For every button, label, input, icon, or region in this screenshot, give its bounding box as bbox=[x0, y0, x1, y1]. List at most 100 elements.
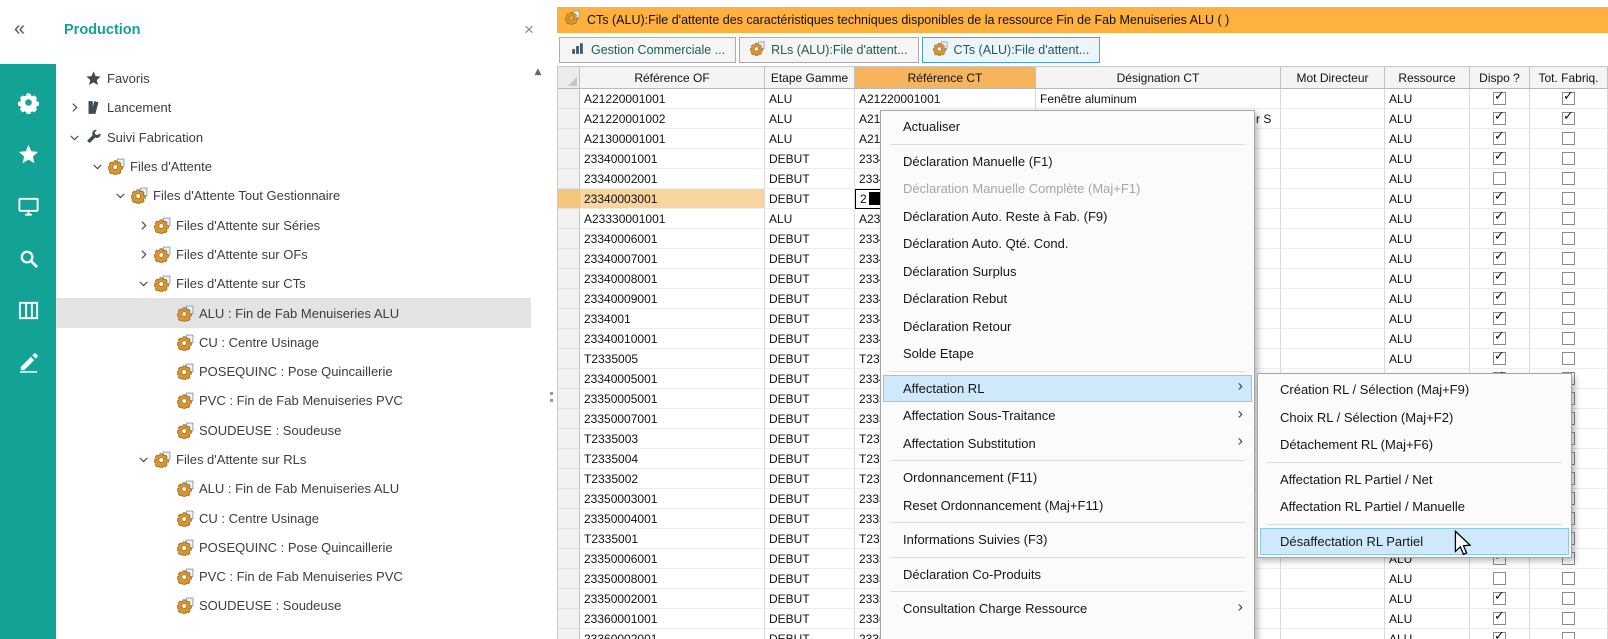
etape-cell[interactable]: DEBUT bbox=[765, 569, 855, 589]
ref_of-cell[interactable]: 23340001001 bbox=[580, 149, 765, 169]
etape-cell[interactable]: DEBUT bbox=[765, 229, 855, 249]
tree-item-lancement[interactable]: Lancement bbox=[56, 93, 531, 122]
close-panel-button[interactable]: × bbox=[524, 20, 534, 40]
row-selector[interactable] bbox=[558, 589, 580, 609]
dispo-checkbox[interactable] bbox=[1493, 592, 1506, 605]
row-selector[interactable] bbox=[558, 89, 580, 109]
tot-checkbox[interactable] bbox=[1562, 292, 1575, 305]
ressource-cell[interactable]: ALU bbox=[1385, 269, 1470, 289]
tree-item-favoris[interactable]: Favoris bbox=[56, 64, 531, 93]
ref_of-cell[interactable]: 23360002001 bbox=[580, 629, 765, 639]
ref_of-cell[interactable]: 23340006001 bbox=[580, 229, 765, 249]
ressource-cell[interactable]: ALU bbox=[1385, 309, 1470, 329]
ref_of-cell[interactable]: T2335003 bbox=[580, 429, 765, 449]
dispo-checkbox[interactable] bbox=[1493, 152, 1506, 165]
tree-item-files-d-attente[interactable]: Files d'Attente bbox=[56, 152, 531, 181]
menu-item-ordonnancement-f11[interactable]: Ordonnancement (F11) bbox=[883, 464, 1252, 492]
etape-cell[interactable]: ALU bbox=[765, 209, 855, 229]
grid-corner-cell[interactable] bbox=[558, 67, 580, 89]
ressource-cell[interactable]: ALU bbox=[1385, 349, 1470, 369]
tree-item-soudeuse-soudeuse[interactable]: SOUDEUSE : Soudeuse bbox=[56, 416, 531, 445]
menu-item-declaration-surplus[interactable]: Déclaration Surplus bbox=[883, 258, 1252, 286]
menu-item-declaration-auto-qte-cond[interactable]: Déclaration Auto. Qté. Cond. bbox=[883, 230, 1252, 258]
ressource-cell[interactable]: ALU bbox=[1385, 209, 1470, 229]
etape-cell[interactable]: DEBUT bbox=[765, 449, 855, 469]
ref_of-cell[interactable]: 23350006001 bbox=[580, 549, 765, 569]
tree-item-posequinc-pose-quincaillerie[interactable]: POSEQUINC : Pose Quincaillerie bbox=[56, 357, 531, 386]
tree-scroll-up-button[interactable]: ▲ bbox=[531, 67, 545, 81]
etape-cell[interactable]: DEBUT bbox=[765, 429, 855, 449]
ref_of-cell[interactable]: A21220001001 bbox=[580, 89, 765, 109]
ref_ct-cell[interactable]: A21220001001 bbox=[855, 89, 1036, 109]
tot-checkbox[interactable] bbox=[1562, 572, 1575, 585]
row-selector[interactable] bbox=[558, 289, 580, 309]
mot-cell[interactable] bbox=[1281, 109, 1385, 129]
ref_of-cell[interactable]: 23350004001 bbox=[580, 509, 765, 529]
mot-cell[interactable] bbox=[1281, 289, 1385, 309]
menu-item-consultation-charge-ressource[interactable]: Consultation Charge Ressource› bbox=[883, 595, 1252, 623]
dispo-checkbox[interactable] bbox=[1493, 112, 1506, 125]
mot-cell[interactable] bbox=[1281, 149, 1385, 169]
ref_of-cell[interactable]: A23330001001 bbox=[580, 209, 765, 229]
etape-cell[interactable]: DEBUT bbox=[765, 389, 855, 409]
ressource-cell[interactable]: ALU bbox=[1385, 89, 1470, 109]
ref_of-cell[interactable]: T2335005 bbox=[580, 349, 765, 369]
search-icon[interactable] bbox=[12, 242, 44, 274]
tree-item-cu-centre-usinage[interactable]: CU : Centre Usinage bbox=[56, 503, 531, 532]
tree-item-cu-centre-usinage[interactable]: CU : Centre Usinage bbox=[56, 328, 531, 357]
tot-checkbox[interactable] bbox=[1562, 592, 1575, 605]
etape-cell[interactable]: DEBUT bbox=[765, 589, 855, 609]
column-header-ref_of[interactable]: Référence OF bbox=[580, 67, 765, 89]
ref_of-cell[interactable]: 23340005001 bbox=[580, 369, 765, 389]
tot-checkbox[interactable] bbox=[1562, 172, 1575, 185]
etape-cell[interactable]: DEBUT bbox=[765, 149, 855, 169]
mot-cell[interactable] bbox=[1281, 189, 1385, 209]
ref_of-cell[interactable]: 23350007001 bbox=[580, 409, 765, 429]
column-header-dispo[interactable]: Dispo ? bbox=[1470, 67, 1530, 89]
etape-cell[interactable]: DEBUT bbox=[765, 189, 855, 209]
tot-checkbox[interactable] bbox=[1562, 192, 1575, 205]
menu-item-declaration-retour[interactable]: Déclaration Retour bbox=[883, 313, 1252, 341]
tree-item-files-d-attente-sur-ofs[interactable]: Files d'Attente sur OFs bbox=[56, 240, 531, 269]
row-selector[interactable] bbox=[558, 509, 580, 529]
row-selector[interactable] bbox=[558, 549, 580, 569]
tot-checkbox[interactable] bbox=[1562, 132, 1575, 145]
etape-cell[interactable]: DEBUT bbox=[765, 369, 855, 389]
etape-cell[interactable]: DEBUT bbox=[765, 269, 855, 289]
mot-cell[interactable] bbox=[1281, 349, 1385, 369]
dispo-checkbox[interactable] bbox=[1493, 572, 1506, 585]
dispo-checkbox[interactable] bbox=[1493, 192, 1506, 205]
tree-item-alu-fin-de-fab-menuiseries-alu[interactable]: ALU : Fin de Fab Menuiseries ALU bbox=[56, 474, 531, 503]
data-grid-icon[interactable] bbox=[12, 294, 44, 326]
row-selector[interactable] bbox=[558, 489, 580, 509]
ref_of-cell[interactable]: 23350003001 bbox=[580, 489, 765, 509]
row-selector[interactable] bbox=[558, 249, 580, 269]
tot-checkbox[interactable] bbox=[1562, 92, 1575, 105]
ressource-cell[interactable]: ALU bbox=[1385, 329, 1470, 349]
tab-cts-alu-file-d-attent[interactable]: CTs (ALU):File d'attent... bbox=[922, 37, 1101, 63]
etape-cell[interactable]: DEBUT bbox=[765, 529, 855, 549]
tot-checkbox[interactable] bbox=[1562, 332, 1575, 345]
row-selector[interactable] bbox=[558, 269, 580, 289]
row-selector[interactable] bbox=[558, 469, 580, 489]
tot-checkbox[interactable] bbox=[1562, 272, 1575, 285]
dispo-checkbox[interactable] bbox=[1493, 612, 1506, 625]
ref_of-cell[interactable]: 23350008001 bbox=[580, 569, 765, 589]
etape-cell[interactable]: DEBUT bbox=[765, 329, 855, 349]
row-selector[interactable] bbox=[558, 169, 580, 189]
column-header-ressource[interactable]: Ressource bbox=[1385, 67, 1470, 89]
row-selector[interactable] bbox=[558, 449, 580, 469]
tot-checkbox[interactable] bbox=[1562, 352, 1575, 365]
column-header-mot[interactable]: Mot Directeur bbox=[1281, 67, 1385, 89]
row-selector[interactable] bbox=[558, 109, 580, 129]
ref_of-cell[interactable]: 23350005001 bbox=[580, 389, 765, 409]
mot-cell[interactable] bbox=[1281, 629, 1385, 639]
etape-cell[interactable]: DEBUT bbox=[765, 609, 855, 629]
row-selector[interactable] bbox=[558, 189, 580, 209]
tree-item-alu-fin-de-fab-menuiseries-alu[interactable]: ALU : Fin de Fab Menuiseries ALU bbox=[56, 298, 531, 327]
row-selector[interactable] bbox=[558, 529, 580, 549]
signature-pen-icon[interactable] bbox=[12, 346, 44, 378]
ressource-cell[interactable]: ALU bbox=[1385, 229, 1470, 249]
menu-item-declaration-co-produits[interactable]: Déclaration Co-Produits bbox=[883, 561, 1252, 589]
chevron-right-icon[interactable] bbox=[133, 246, 153, 262]
